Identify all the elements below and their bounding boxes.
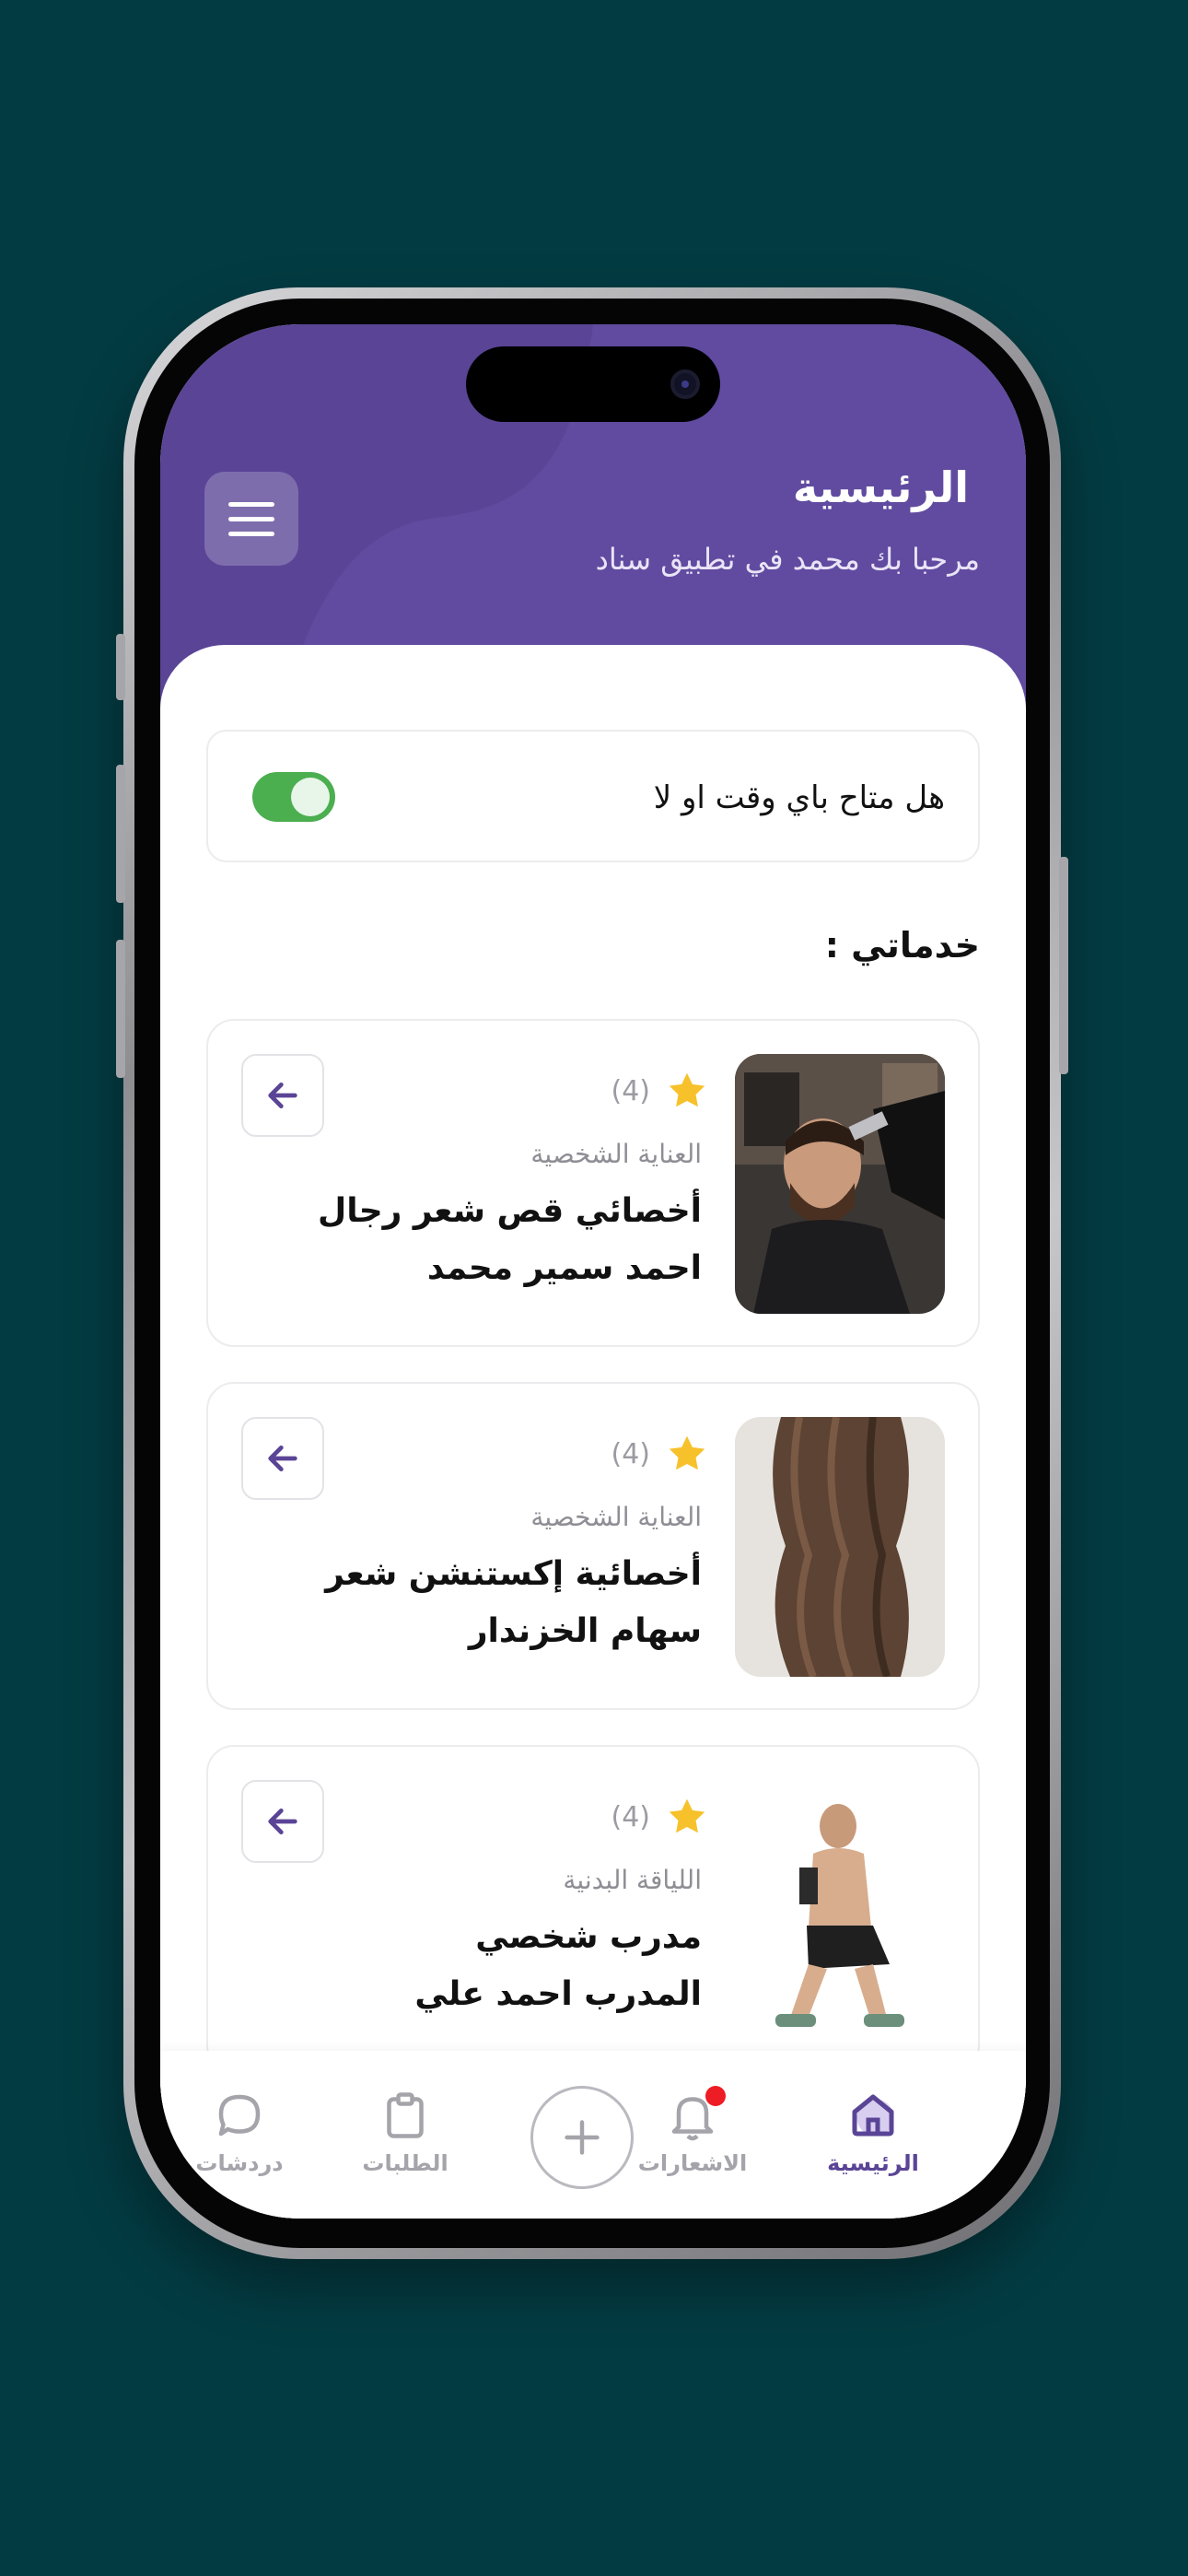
bottom-nav: الرئيسية الاشعارات الطلبات دردشات [160,2051,1026,2219]
services-section-title: خدماتي : [824,925,980,966]
nav-label-orders: الطلبات [362,2150,448,2176]
home-icon [852,2094,894,2137]
hair-extension-photo [735,1417,945,1677]
plus-icon [565,2120,600,2155]
nav-item-chats[interactable]: دردشات [175,2088,304,2176]
dynamic-island [466,346,720,422]
nav-item-home[interactable]: الرئيسية [809,2088,938,2176]
barber-photo [735,1054,945,1314]
arrow-left-icon [268,1809,297,1834]
open-service-button[interactable] [241,1780,324,1863]
rating: (4) [611,1434,708,1474]
nav-label-notifications: الاشعارات [637,2150,748,2176]
phone-volume-up-button [116,765,125,903]
nav-item-notifications[interactable]: الاشعارات [628,2086,757,2176]
rating: (4) [611,1797,708,1837]
service-provider: احمد سمير محمد [426,1249,702,1287]
fitness-trainer-photo [735,1780,945,2040]
open-service-button[interactable] [241,1054,324,1137]
rating: (4) [611,1071,708,1111]
phone-action-button [116,634,125,700]
clipboard-icon [387,2092,424,2138]
service-category: العناية الشخصية [530,1502,702,1532]
phone-screen: الرئيسية مرحبا بك محمد في تطبيق سناد هل … [160,324,1026,2219]
service-title: أخصائي قص شعر رجال [317,1192,702,1230]
welcome-subtitle: مرحبا بك محمد في تطبيق سناد [595,542,980,577]
notification-dot [705,2086,726,2106]
chat-bubble-icon [218,2094,261,2137]
star-icon [669,1072,705,1107]
phone-power-button [1059,857,1068,1074]
service-provider: المدرب احمد علي [414,1975,702,2013]
availability-card: هل متاح باي وقت او لا [206,730,980,862]
nav-item-orders[interactable]: الطلبات [341,2088,470,2176]
service-title: مدرب شخصي [475,1918,702,1956]
service-card[interactable]: (4) العناية الشخصية أخصائية إكستنشن شعر … [206,1382,980,1710]
service-provider: سهام الخزندار [468,1612,702,1650]
nav-label-home: الرئيسية [827,2150,919,2176]
star-icon [669,1435,705,1470]
rating-count: (4) [611,1800,651,1833]
toggle-knob [291,778,330,816]
nav-label-chats: دردشات [195,2150,284,2176]
service-category: اللياقة البدنية [563,1865,702,1895]
service-card[interactable]: (4) اللياقة البدنية مدرب شخصي المدرب احم… [206,1745,980,2073]
service-category: العناية الشخصية [530,1139,702,1169]
open-service-button[interactable] [241,1417,324,1500]
page-title: الرئيسية [792,463,969,512]
rating-count: (4) [611,1437,651,1470]
service-title: أخصائية إكستنشن شعر [325,1555,702,1593]
arrow-left-icon [268,1446,297,1471]
service-card[interactable]: (4) العناية الشخصية أخصائي قص شعر رجال ا… [206,1019,980,1347]
front-camera [670,369,700,399]
add-button[interactable] [530,2086,634,2189]
arrow-left-icon [268,1083,297,1108]
menu-button[interactable] [204,472,298,566]
star-icon [669,1798,705,1833]
rating-count: (4) [611,1074,651,1107]
availability-toggle[interactable] [252,772,335,822]
availability-label: هل متاح باي وقت او لا [653,779,945,816]
hamburger-icon [228,501,274,507]
phone-volume-down-button [116,940,125,1078]
